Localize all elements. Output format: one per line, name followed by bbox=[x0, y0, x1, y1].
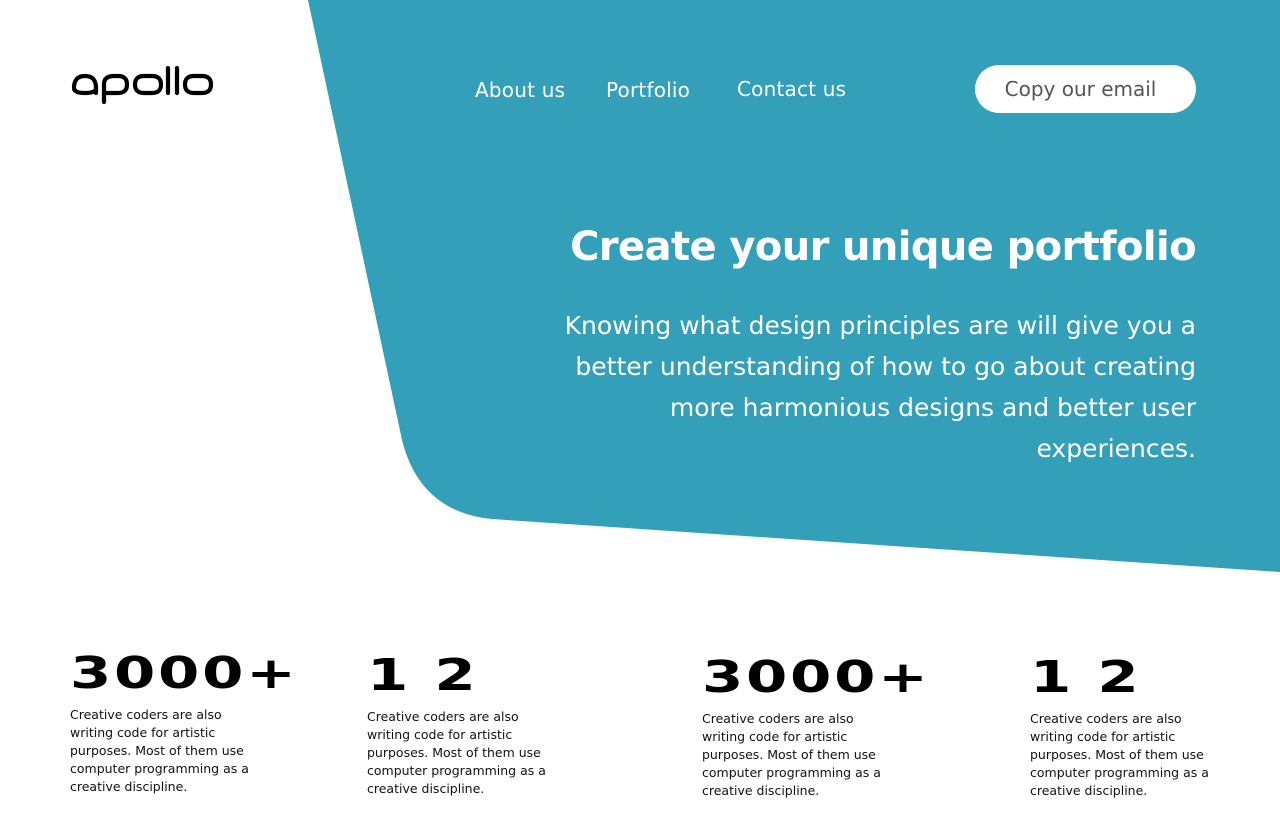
stat-description-line: computer programming as a bbox=[1030, 765, 1209, 780]
stat-description-line: computer programming as a bbox=[70, 761, 249, 776]
stat-description-line: purposes. Most of them use bbox=[702, 747, 876, 762]
stat-description-line: purposes. Most of them use bbox=[367, 745, 541, 760]
stat-description: Creative coders are also writing code fo… bbox=[702, 710, 892, 800]
stat-description-line: computer programming as a bbox=[367, 763, 546, 778]
stat-number: 1 2 bbox=[367, 650, 479, 701]
stat-description-line: writing code for artistic bbox=[1030, 729, 1176, 744]
stat-description-line: purposes. Most of them use bbox=[1030, 747, 1204, 762]
nav-link-contact[interactable]: Contact us bbox=[737, 77, 846, 101]
stat-description-line: computer programming as a bbox=[702, 765, 881, 780]
hero-subtitle: Knowing what design principles are will … bbox=[496, 305, 1196, 469]
hero-subtitle-line: more harmonious designs and better user bbox=[669, 393, 1196, 422]
stat-description-line: Creative coders are also bbox=[367, 709, 519, 724]
hero-subtitle-line: Knowing what design principles are will … bbox=[564, 311, 1196, 340]
stat-number: 1 2 bbox=[1030, 652, 1142, 703]
nav-link-portfolio[interactable]: Portfolio bbox=[606, 78, 690, 102]
stat-description-line: creative discipline. bbox=[1030, 783, 1148, 798]
stat-description: Creative coders are also writing code fo… bbox=[70, 706, 260, 796]
stat-description: Creative coders are also writing code fo… bbox=[367, 708, 557, 798]
stat-description-line: Creative coders are also bbox=[1030, 711, 1182, 726]
stat-description-line: writing code for artistic bbox=[70, 725, 216, 740]
stat-item: 1 2 Creative coders are also writing cod… bbox=[367, 654, 557, 798]
hero-title: Create your unique portfolio bbox=[570, 224, 1196, 270]
stat-description-line: Creative coders are also bbox=[70, 707, 222, 722]
stat-number: 3000+ bbox=[702, 652, 931, 703]
landing-page: About us Portfolio Contact us Copy our e… bbox=[0, 0, 1280, 832]
stat-item: 1 2 Creative coders are also writing cod… bbox=[1030, 656, 1220, 800]
hero-subtitle-line: experiences. bbox=[1036, 434, 1196, 463]
stat-description-line: writing code for artistic bbox=[702, 729, 848, 744]
stat-description-line: purposes. Most of them use bbox=[70, 743, 244, 758]
stat-description-line: Creative coders are also bbox=[702, 711, 854, 726]
apollo-logo[interactable] bbox=[70, 66, 218, 104]
stat-description-line: creative discipline. bbox=[367, 781, 485, 796]
stat-item: 3000+ Creative coders are also writing c… bbox=[70, 652, 296, 796]
stat-number: 3000+ bbox=[70, 648, 299, 699]
nav-link-about[interactable]: About us bbox=[475, 78, 565, 102]
stat-item: 3000+ Creative coders are also writing c… bbox=[702, 656, 928, 800]
hero-subtitle-line: better understanding of how to go about … bbox=[575, 352, 1196, 381]
copy-email-button[interactable]: Copy our email bbox=[975, 65, 1196, 113]
stat-description-line: writing code for artistic bbox=[367, 727, 513, 742]
stat-description-line: creative discipline. bbox=[70, 779, 188, 794]
stat-description: Creative coders are also writing code fo… bbox=[1030, 710, 1220, 800]
stat-description-line: creative discipline. bbox=[702, 783, 820, 798]
